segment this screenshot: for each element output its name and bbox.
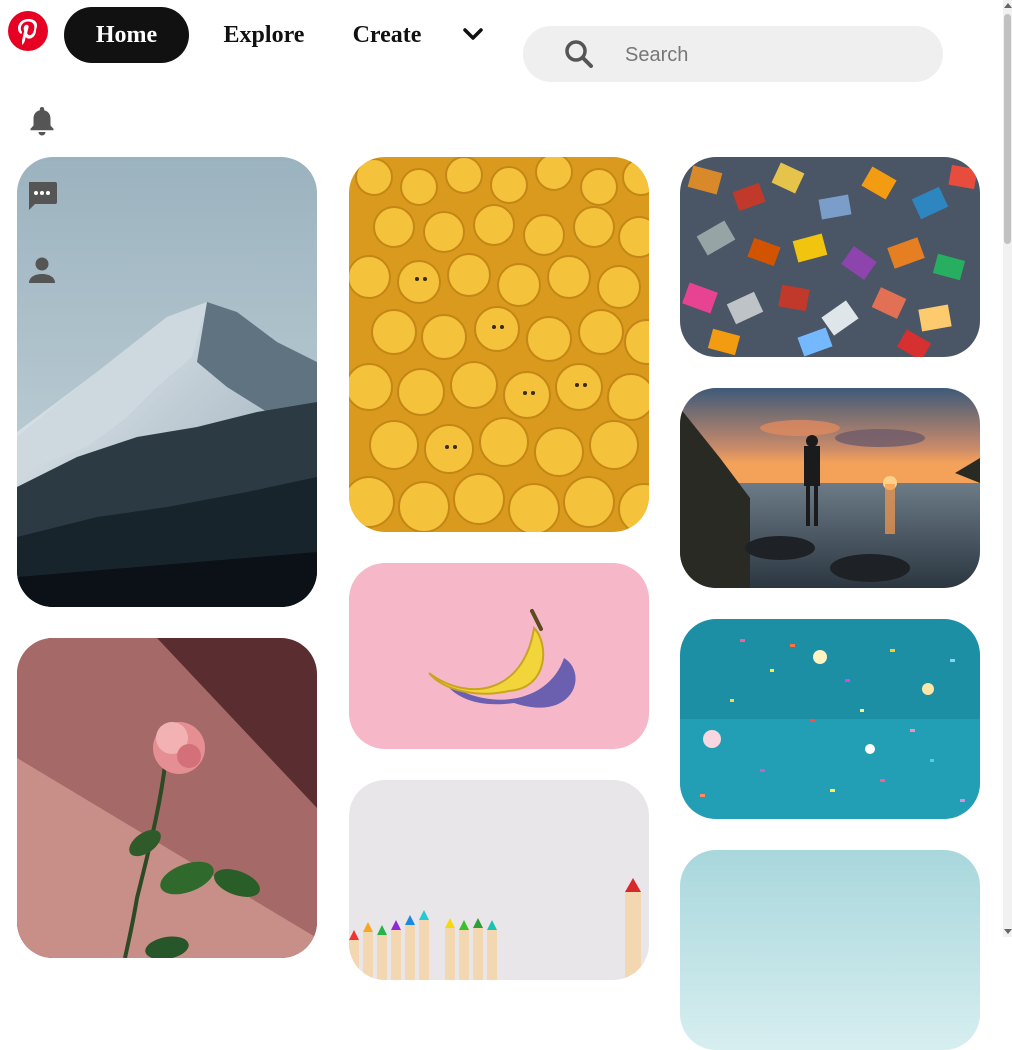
bell-icon[interactable] <box>26 103 58 139</box>
rose-image <box>17 638 317 958</box>
mountain-image <box>17 157 317 607</box>
nav-home-button[interactable]: Home <box>64 7 189 63</box>
pin-confetti[interactable] <box>680 619 980 819</box>
sky-image <box>680 850 980 1050</box>
search-bar[interactable] <box>523 26 943 82</box>
message-icon[interactable] <box>25 179 59 213</box>
pin-yellow-heads[interactable] <box>349 157 649 532</box>
pin-sky[interactable] <box>680 850 980 1050</box>
chevron-down-icon[interactable] <box>460 24 486 46</box>
pinterest-logo[interactable] <box>8 11 48 51</box>
pin-puzzle[interactable] <box>680 157 980 357</box>
banana-image <box>349 563 649 749</box>
nav-explore-button[interactable]: Explore <box>208 7 320 63</box>
puzzle-image <box>680 157 980 357</box>
pin-rose[interactable] <box>17 638 317 958</box>
search-icon <box>565 40 593 68</box>
scroll-down-arrow[interactable] <box>1004 929 1012 934</box>
yellow-heads-image <box>349 157 649 532</box>
scroll-thumb[interactable] <box>1004 14 1011 244</box>
page-scrollbar[interactable] <box>1003 0 1012 937</box>
sunset-image <box>680 388 980 588</box>
scroll-up-arrow[interactable] <box>1004 3 1012 8</box>
user-icon[interactable] <box>27 255 57 285</box>
pin-sunset[interactable] <box>680 388 980 588</box>
pin-mountain[interactable] <box>17 157 317 607</box>
confetti-image <box>680 619 980 819</box>
pin-banana[interactable] <box>349 563 649 749</box>
search-input[interactable] <box>623 36 927 74</box>
colored-pencils-image <box>349 780 649 980</box>
nav-create-button[interactable]: Create <box>338 7 436 63</box>
pin-colored-pencils[interactable] <box>349 780 649 980</box>
